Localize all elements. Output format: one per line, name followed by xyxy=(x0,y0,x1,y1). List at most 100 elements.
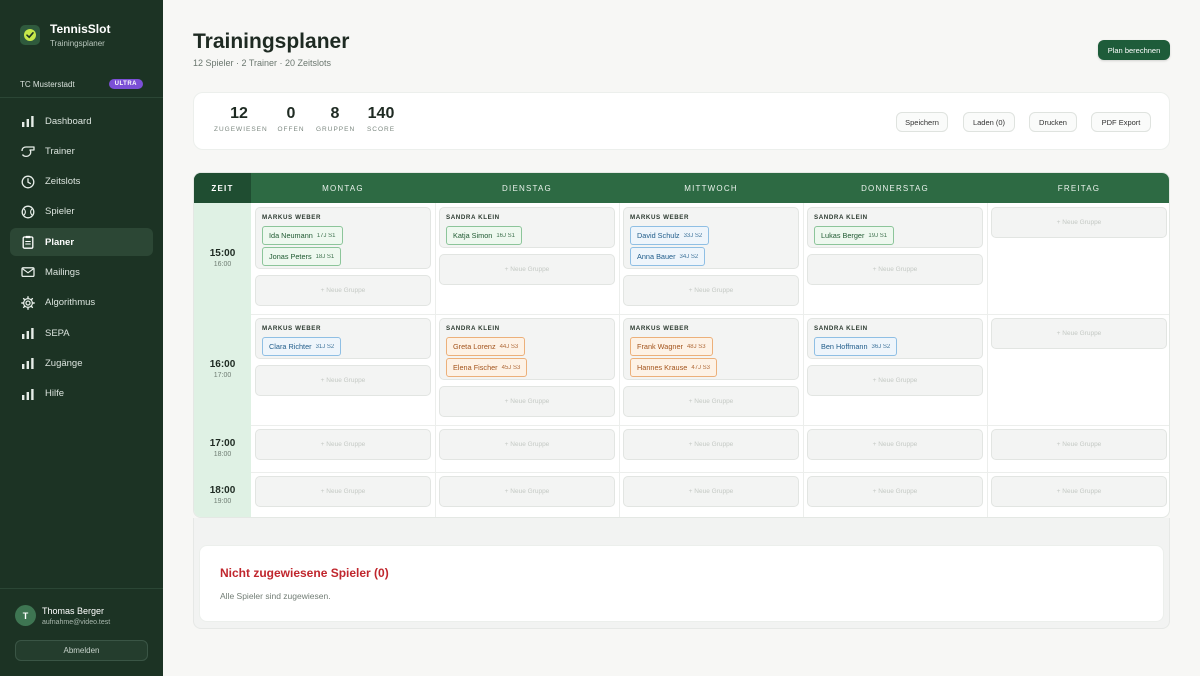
group-trainer-name: SANDRA KLEIN xyxy=(446,325,500,332)
new-group-button[interactable]: + Neue Gruppe xyxy=(439,429,615,460)
mail-icon xyxy=(20,265,35,280)
training-group[interactable]: SANDRA KLEIN Lukas Berger 19J S1 xyxy=(807,207,983,248)
player-name: Frank Wagner xyxy=(637,342,683,351)
sidebar-item-hilfe[interactable]: Hilfe xyxy=(10,380,153,408)
player-age-level: 31J S2 xyxy=(315,343,335,350)
group-trainer-name: SANDRA KLEIN xyxy=(814,325,868,332)
new-group-button[interactable]: + Neue Gruppe xyxy=(807,429,983,460)
player-chip[interactable]: Lukas Berger 19J S1 xyxy=(814,226,895,245)
new-group-button[interactable]: + Neue Gruppe xyxy=(807,365,983,396)
training-group[interactable]: SANDRA KLEIN Ben Hoffmann 36J S2 xyxy=(807,318,983,359)
training-group[interactable]: MARKUS WEBER Frank Wagner 48J S3 Hannes Kra… xyxy=(623,318,799,380)
player-chip[interactable]: Hannes Krause 47J S3 xyxy=(630,358,717,377)
player-chip[interactable]: Anna Bauer 34J S2 xyxy=(630,247,706,266)
sidebar-item-planer[interactable]: Planer xyxy=(10,228,153,257)
player-name: Anna Bauer xyxy=(637,252,676,261)
day-header-donnerstag: DONNERSTAG xyxy=(861,183,929,193)
sidebar-item-sepa[interactable]: SEPA xyxy=(10,319,153,347)
player-name: Elena Fischer xyxy=(453,363,498,372)
player-chip[interactable]: Jonas Peters 18J S1 xyxy=(262,247,342,266)
new-group-button[interactable]: + Neue Gruppe xyxy=(439,254,615,285)
sidebar-nav: Dashboard Trainer Zeitslots Spieler Planer Ma… xyxy=(10,107,153,410)
player-name: Katja Simon xyxy=(453,231,493,240)
save-button[interactable]: Speichern xyxy=(896,112,948,132)
stat-groups: 8 GRUPPEN xyxy=(316,105,354,133)
load-button[interactable]: Laden (0) xyxy=(963,112,1015,132)
player-chip[interactable]: Katja Simon 16J S1 xyxy=(446,226,523,245)
new-group-button[interactable]: + Neue Gruppe xyxy=(623,275,799,306)
new-group-button[interactable]: + Neue Gruppe xyxy=(255,476,431,507)
stat-label: SCORE xyxy=(366,126,396,133)
new-group-button[interactable]: + Neue Gruppe xyxy=(255,365,431,396)
player-chip[interactable]: Greta Lorenz 44J S3 xyxy=(446,337,526,356)
sidebar-item-dashboard[interactable]: Dashboard xyxy=(10,107,153,135)
sidebar-item-label: Zeitslots xyxy=(45,176,81,188)
new-group-button[interactable]: + Neue Gruppe xyxy=(439,386,615,417)
player-age-level: 18J S1 xyxy=(315,253,335,260)
stat-value: 12 xyxy=(230,105,248,122)
time-column: 15:00 16:00 16:00 17:00 17:00 18:00 18:00 19:00 xyxy=(194,203,251,517)
pdf-export-button[interactable]: PDF Export xyxy=(1091,112,1151,132)
print-button[interactable]: Drucken xyxy=(1029,112,1077,132)
sidebar-item-spieler[interactable]: Spieler xyxy=(10,198,153,226)
player-age-level: 48J S3 xyxy=(686,343,706,350)
sidebar-item-mailings[interactable]: Mailings xyxy=(10,258,153,286)
training-group[interactable]: MARKUS WEBER David Schulz 33J S2 Anna Bauer… xyxy=(623,207,799,269)
training-group[interactable]: MARKUS WEBER Clara Richter 31J S2 xyxy=(255,318,431,359)
new-group-button[interactable]: + Neue Gruppe xyxy=(807,476,983,507)
sidebar-item-trainer[interactable]: Trainer xyxy=(10,137,153,165)
time-slot-label: 18:00 19:00 xyxy=(194,485,251,505)
player-chip[interactable]: Ben Hoffmann 36J S2 xyxy=(814,337,898,356)
grid-column-divider xyxy=(803,203,804,517)
slot-end-time: 18:00 xyxy=(213,450,232,458)
avatar: T xyxy=(15,605,36,626)
player-chip[interactable]: Elena Fischer 45J S3 xyxy=(446,358,528,377)
new-group-button[interactable]: + Neue Gruppe xyxy=(255,275,431,306)
sidebar-item-label: Trainer xyxy=(45,145,75,157)
training-group[interactable]: SANDRA KLEIN Greta Lorenz 44J S3 Elena Fisc… xyxy=(439,318,615,380)
sidebar-item-algorithmus[interactable]: Algorithmus xyxy=(10,289,153,317)
ball-icon xyxy=(20,204,35,219)
new-group-button[interactable]: + Neue Gruppe xyxy=(623,386,799,417)
page-subtitle: 12 Spieler · 2 Trainer · 20 Zeitslots xyxy=(193,58,332,68)
compute-plan-button[interactable]: Plan berechnen xyxy=(1098,40,1170,60)
player-chip[interactable]: Ida Neumann 17J S1 xyxy=(262,226,343,245)
new-group-button[interactable]: + Neue Gruppe xyxy=(991,476,1167,507)
group-trainer-name: MARKUS WEBER xyxy=(262,325,322,332)
training-group[interactable]: SANDRA KLEIN Katja Simon 16J S1 xyxy=(439,207,615,248)
sidebar-item-zug-nge[interactable]: Zugänge xyxy=(10,349,153,377)
stats-card: 12 ZUGEWIESEN 0 OFFEN 8 GRUPPEN 140 SCOR… xyxy=(193,92,1170,150)
grid-column-divider xyxy=(987,203,988,517)
slot-start-time: 17:00 xyxy=(209,437,236,449)
stat-value: 0 xyxy=(286,105,296,122)
sidebar-item-zeitslots[interactable]: Zeitslots xyxy=(10,168,153,196)
stat-open: 0 OFFEN xyxy=(277,105,305,133)
player-chip[interactable]: David Schulz 33J S2 xyxy=(630,226,710,245)
logout-button[interactable]: Abmelden xyxy=(15,640,148,661)
group-trainer-name: SANDRA KLEIN xyxy=(446,214,500,221)
new-group-button[interactable]: + Neue Gruppe xyxy=(991,318,1167,349)
player-age-level: 36J S2 xyxy=(871,343,891,350)
player-age-level: 16J S1 xyxy=(496,232,516,239)
new-group-button[interactable]: + Neue Gruppe xyxy=(439,476,615,507)
gear-icon xyxy=(20,295,35,310)
player-name: Clara Richter xyxy=(269,342,312,351)
new-group-button[interactable]: + Neue Gruppe xyxy=(991,429,1167,460)
user-name: Thomas Berger xyxy=(42,605,105,616)
new-group-button[interactable]: + Neue Gruppe xyxy=(623,476,799,507)
new-group-button[interactable]: + Neue Gruppe xyxy=(991,207,1167,238)
player-chip[interactable]: Clara Richter 31J S2 xyxy=(262,337,342,356)
new-group-button[interactable]: + Neue Gruppe xyxy=(255,429,431,460)
user-profile: T Thomas Berger aufnahme@video.test xyxy=(15,605,110,626)
player-age-level: 45J S3 xyxy=(501,364,521,371)
page-title: Trainingsplaner xyxy=(193,30,350,53)
player-chip[interactable]: Frank Wagner 48J S3 xyxy=(630,337,713,356)
training-group[interactable]: MARKUS WEBER Ida Neumann 17J S1 Jonas Peter… xyxy=(255,207,431,269)
bar-chart-icon xyxy=(20,114,35,129)
unassigned-note: Alle Spieler sind zugewiesen. xyxy=(220,591,331,601)
stat-assigned: 12 ZUGEWIESEN xyxy=(214,105,267,133)
app-subtitle: Trainingsplaner xyxy=(50,39,105,48)
new-group-button[interactable]: + Neue Gruppe xyxy=(807,254,983,285)
unassigned-card: Nicht zugewiesene Spieler (0) Alle Spiel… xyxy=(199,545,1164,622)
new-group-button[interactable]: + Neue Gruppe xyxy=(623,429,799,460)
